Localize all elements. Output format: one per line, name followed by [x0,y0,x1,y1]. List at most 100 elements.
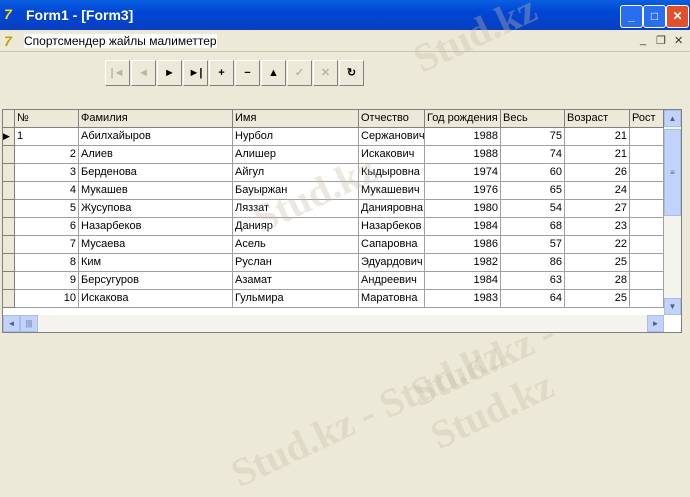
table-cell[interactable]: Мукашевич [359,182,425,200]
data-grid[interactable]: № Фамилия Имя Отчество Год рождения Весь Возра… [2,109,682,333]
table-cell[interactable]: 26 [565,164,630,182]
table-cell[interactable]: 8 [15,254,79,272]
table-cell[interactable]: 1980 [425,200,501,218]
table-row[interactable]: 10 Искакова Гульмира Маратовна 1983 64 25 [3,290,664,308]
table-cell[interactable]: 25 [565,290,630,308]
table-cell[interactable]: 1974 [425,164,501,182]
table-cell[interactable]: Сержанович [359,128,425,146]
table-cell[interactable]: 21 [565,146,630,164]
nav-edit-button[interactable]: ▲ [261,60,286,86]
table-row[interactable]: 9 Берсугуров Азамат Андреевич 1984 63 28 [3,272,664,290]
table-cell[interactable]: 10 [15,290,79,308]
table-cell[interactable]: 24 [565,182,630,200]
table-cell[interactable]: 7 [15,236,79,254]
table-cell[interactable]: Мукашев [79,182,233,200]
nav-last-button[interactable]: ►| [183,60,208,86]
table-cell[interactable]: Маратовна [359,290,425,308]
table-cell[interactable]: Сапаровна [359,236,425,254]
table-cell[interactable]: Данияровна [359,200,425,218]
table-row[interactable]: 6 Назарбеков Данияр Назарбеков 1984 68 23 [3,218,664,236]
table-row[interactable]: 8 Ким Руслан Эдуардович 1982 86 25 [3,254,664,272]
table-cell[interactable]: Айгул [233,164,359,182]
table-cell[interactable]: 23 [565,218,630,236]
table-cell[interactable]: 1983 [425,290,501,308]
nav-next-button[interactable]: ► [157,60,182,86]
horizontal-scrollbar[interactable]: ◄ ||| ► [3,315,664,332]
table-cell[interactable]: 6 [15,218,79,236]
table-cell[interactable]: Нурбол [233,128,359,146]
column-header[interactable]: № [15,110,79,128]
close-button[interactable]: ✕ [666,5,689,28]
nav-refresh-button[interactable]: ↻ [339,60,364,86]
table-cell[interactable]: Берденова [79,164,233,182]
scroll-left-button[interactable]: ◄ [3,315,20,332]
table-cell[interactable]: 86 [501,254,565,272]
table-cell[interactable]: 4 [15,182,79,200]
table-cell[interactable] [630,272,664,290]
vertical-scrollbar[interactable]: ▲ ≡ ▼ [664,110,681,315]
table-cell[interactable]: 74 [501,146,565,164]
table-cell[interactable]: 5 [15,200,79,218]
table-cell[interactable]: Руслан [233,254,359,272]
table-cell[interactable]: 54 [501,200,565,218]
table-row[interactable]: ▶ 1 Абилхайыров Нурбол Сержанович 1988 75 21 [3,128,664,146]
table-cell[interactable] [630,128,664,146]
scroll-thumb[interactable]: ≡ [664,129,681,216]
table-cell[interactable] [630,200,664,218]
table-cell[interactable]: Андреевич [359,272,425,290]
table-cell[interactable]: Алиев [79,146,233,164]
table-cell[interactable]: 1 [15,128,79,146]
table-cell[interactable]: Абилхайыров [79,128,233,146]
table-cell[interactable]: Искакович [359,146,425,164]
table-cell[interactable]: Эдуардович [359,254,425,272]
column-header[interactable]: Фамилия [79,110,233,128]
table-cell[interactable] [630,236,664,254]
table-cell[interactable]: 68 [501,218,565,236]
table-cell[interactable]: Данияр [233,218,359,236]
table-cell[interactable]: 65 [501,182,565,200]
table-cell[interactable]: 28 [565,272,630,290]
table-cell[interactable]: 3 [15,164,79,182]
nav-post-button[interactable]: ✓ [287,60,312,86]
table-cell[interactable] [630,146,664,164]
table-cell[interactable]: Бауыржан [233,182,359,200]
table-cell[interactable]: 1982 [425,254,501,272]
table-cell[interactable]: Ким [79,254,233,272]
minimize-button[interactable]: _ [620,5,643,28]
table-cell[interactable]: Искакова [79,290,233,308]
table-cell[interactable]: Жусупова [79,200,233,218]
table-cell[interactable]: 2 [15,146,79,164]
table-cell[interactable]: 27 [565,200,630,218]
table-cell[interactable]: 75 [501,128,565,146]
table-cell[interactable]: 1984 [425,272,501,290]
table-cell[interactable]: 9 [15,272,79,290]
table-cell[interactable]: 25 [565,254,630,272]
table-cell[interactable]: 64 [501,290,565,308]
table-row[interactable]: 4 Мукашев Бауыржан Мукашевич 1976 65 24 [3,182,664,200]
nav-cancel-button[interactable]: ✕ [313,60,338,86]
table-cell[interactable]: Гульмира [233,290,359,308]
table-cell[interactable]: 57 [501,236,565,254]
table-cell[interactable]: 1988 [425,146,501,164]
nav-first-button[interactable]: |◄ [105,60,130,86]
table-cell[interactable]: Ляззат [233,200,359,218]
table-cell[interactable]: Азамат [233,272,359,290]
column-header[interactable]: Отчество [359,110,425,128]
column-header[interactable]: Имя [233,110,359,128]
child-minimize-button[interactable]: _ [640,34,646,46]
table-cell[interactable] [630,290,664,308]
table-cell[interactable]: 1984 [425,218,501,236]
column-header[interactable]: Весь [501,110,565,128]
nav-prior-button[interactable]: ◄ [131,60,156,86]
table-cell[interactable] [630,254,664,272]
table-cell[interactable]: 1976 [425,182,501,200]
maximize-button[interactable]: □ [643,5,666,28]
column-header[interactable]: Возраст [565,110,630,128]
table-row[interactable]: 3 Берденова Айгул Кыдыровна 1974 60 26 [3,164,664,182]
table-cell[interactable] [630,218,664,236]
table-row[interactable]: 2 Алиев Алишер Искакович 1988 74 21 [3,146,664,164]
scroll-up-button[interactable]: ▲ [664,110,681,127]
table-cell[interactable]: 22 [565,236,630,254]
table-cell[interactable]: 60 [501,164,565,182]
h-scroll-thumb[interactable]: ||| [20,315,38,332]
